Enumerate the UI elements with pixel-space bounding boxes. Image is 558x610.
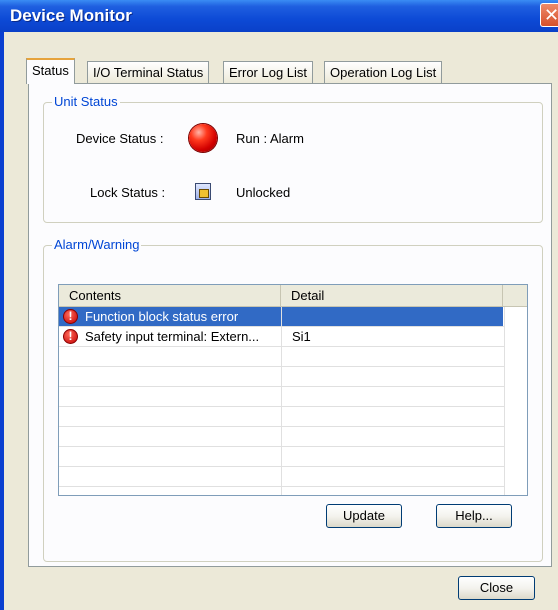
- tab-operation-log-list[interactable]: Operation Log List: [324, 61, 443, 83]
- alarm-icon: !: [63, 309, 78, 324]
- alarm-table[interactable]: Contents Detail ! Function block status …: [58, 284, 528, 496]
- update-button[interactable]: Update: [326, 504, 402, 528]
- row-contents-text: Safety input terminal: Extern...: [85, 329, 260, 344]
- row-contents: ! Function block status error: [59, 307, 281, 326]
- close-button[interactable]: Close: [458, 576, 535, 600]
- tab-error-log-list[interactable]: Error Log List: [223, 61, 314, 83]
- alarm-warning-legend: Alarm/Warning: [52, 237, 142, 252]
- tab-io-terminal-status[interactable]: I/O Terminal Status: [87, 61, 210, 83]
- column-header-contents[interactable]: Contents: [59, 285, 281, 307]
- column-divider: [504, 307, 505, 495]
- table-row[interactable]: ! Function block status error: [59, 307, 504, 327]
- window-title: Device Monitor: [10, 6, 132, 25]
- close-button-label: Close: [479, 580, 514, 595]
- device-status-value: Run : Alarm: [236, 131, 304, 146]
- unit-status-group: Unit Status Device Status : Run : Alarm …: [43, 94, 543, 223]
- empty-row: [59, 347, 504, 367]
- lock-status-label: Lock Status :: [90, 185, 166, 200]
- empty-row: [59, 367, 504, 387]
- empty-row: [59, 387, 504, 407]
- row-contents: ! Safety input terminal: Extern...: [59, 327, 281, 346]
- column-header-detail[interactable]: Detail: [281, 285, 503, 307]
- lock-icon: [195, 183, 211, 200]
- table-row[interactable]: ! Safety input terminal: Extern... Si1: [59, 327, 504, 347]
- row-detail: [281, 307, 503, 326]
- device-monitor-window: Device Monitor ✕ Status I/O Terminal Sta…: [0, 0, 558, 610]
- alarm-warning-group: Alarm/Warning Contents Detail ! Function…: [43, 237, 543, 562]
- title-bar[interactable]: Device Monitor ✕: [0, 0, 558, 32]
- status-tab-page: Unit Status Device Status : Run : Alarm …: [28, 83, 552, 567]
- empty-row: [59, 447, 504, 467]
- tab-status[interactable]: Status: [26, 58, 75, 84]
- lock-status-value: Unlocked: [236, 185, 291, 200]
- table-header: Contents Detail: [59, 285, 527, 307]
- alarm-icon: !: [63, 329, 78, 344]
- help-button-label: Help...: [455, 508, 493, 523]
- update-button-label: Update: [343, 508, 385, 523]
- close-icon[interactable]: ✕: [540, 3, 558, 27]
- unit-status-legend: Unit Status: [52, 94, 120, 109]
- red-led-icon: [189, 124, 217, 152]
- help-button[interactable]: Help...: [436, 504, 512, 528]
- row-contents-text: Function block status error: [85, 309, 239, 324]
- device-status-label: Device Status :: [76, 131, 164, 146]
- empty-row: [59, 427, 504, 447]
- empty-row: [59, 407, 504, 427]
- empty-row: [59, 467, 504, 487]
- row-detail: Si1: [281, 327, 503, 346]
